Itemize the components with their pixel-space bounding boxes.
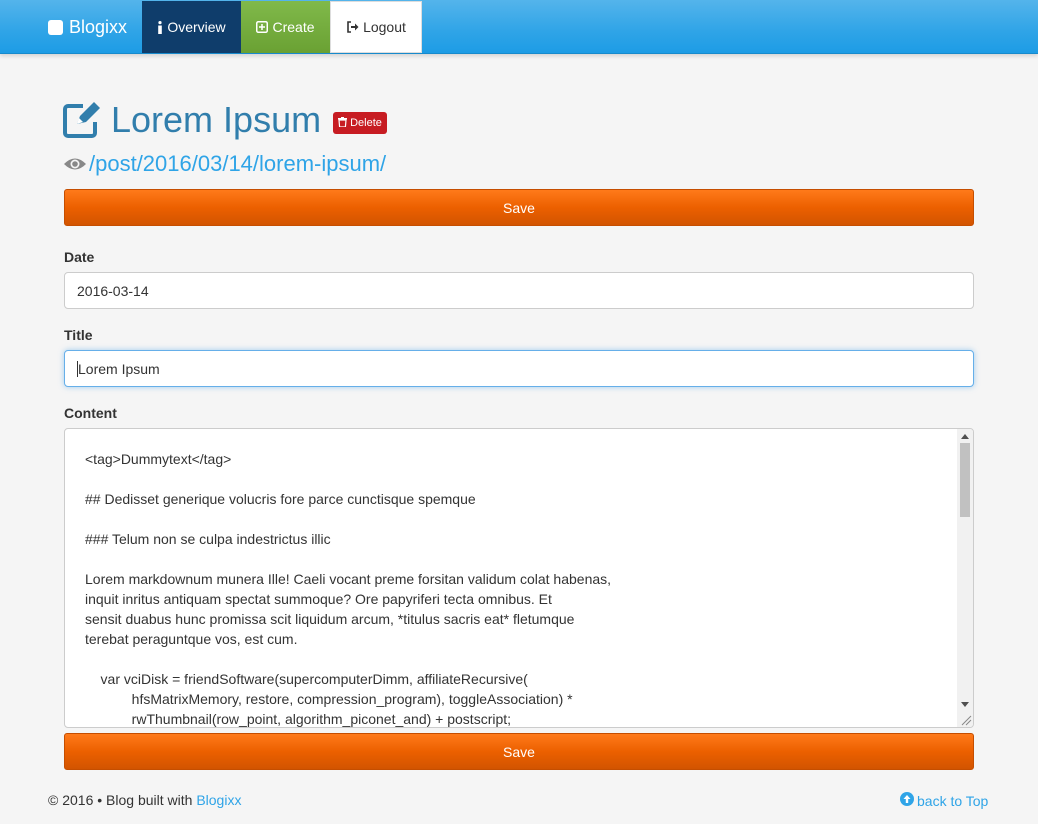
- save-label: Save: [503, 199, 535, 216]
- brand-label: Blogixx: [69, 16, 128, 37]
- save-button-top[interactable]: Save: [64, 189, 974, 226]
- nav-overview[interactable]: Overview: [142, 1, 241, 53]
- scroll-thumb[interactable]: [960, 443, 970, 517]
- sign-out-icon: [346, 21, 359, 33]
- save-label: Save: [503, 743, 535, 760]
- scroll-up-icon[interactable]: [961, 434, 969, 439]
- delete-button[interactable]: Delete: [333, 112, 387, 134]
- title-value: Lorem Ipsum: [78, 360, 160, 377]
- footer-blogixx-link[interactable]: Blogixx: [196, 792, 241, 808]
- eye-icon: [63, 155, 87, 173]
- square-icon: [48, 19, 63, 35]
- navbar: Blogixx Overview Create Logout: [0, 0, 1038, 54]
- date-input[interactable]: 2016-03-14: [64, 272, 974, 309]
- copyright-text: © 2016 • Blog built with: [48, 792, 193, 808]
- nav-create[interactable]: Create: [241, 1, 330, 53]
- date-label: Date: [64, 249, 95, 265]
- page-heading: Lorem Ipsum Delete: [63, 98, 387, 142]
- back-to-top-label: back to Top: [917, 792, 989, 809]
- nav-overview-label: Overview: [167, 19, 226, 35]
- arrow-up-icon: [900, 792, 914, 809]
- info-icon: [157, 20, 163, 34]
- back-to-top-link[interactable]: back to Top: [900, 792, 988, 809]
- plus-square-icon: [256, 21, 269, 33]
- resize-handle-icon[interactable]: [958, 712, 972, 726]
- footer-copyright: © 2016 • Blog built with Blogixx: [48, 792, 241, 808]
- brand-link[interactable]: Blogixx: [48, 14, 127, 40]
- scroll-down-icon[interactable]: [961, 702, 969, 707]
- save-button-bottom[interactable]: Save: [64, 733, 974, 770]
- content-text: <tag>Dummytext</tag> ## Dedisset generiq…: [85, 451, 612, 727]
- textarea-scrollbar[interactable]: [957, 429, 973, 727]
- content-textarea[interactable]: <tag>Dummytext</tag> ## Dedisset generiq…: [64, 428, 974, 728]
- edit-icon: [63, 102, 101, 138]
- title-input[interactable]: Lorem Ipsum: [64, 350, 974, 387]
- nav-logout[interactable]: Logout: [330, 1, 422, 53]
- date-value: 2016-03-14: [77, 282, 149, 299]
- trash-icon: [338, 116, 348, 130]
- title-label: Title: [64, 327, 93, 343]
- nav-create-label: Create: [272, 19, 315, 35]
- page-title: Lorem Ipsum: [111, 99, 322, 140]
- nav-logout-label: Logout: [363, 19, 406, 35]
- post-url-line: /post/2016/03/14/lorem-ipsum/: [63, 148, 386, 180]
- delete-label: Delete: [350, 117, 382, 129]
- content-label: Content: [64, 405, 117, 421]
- post-url-link[interactable]: /post/2016/03/14/lorem-ipsum/: [89, 151, 386, 177]
